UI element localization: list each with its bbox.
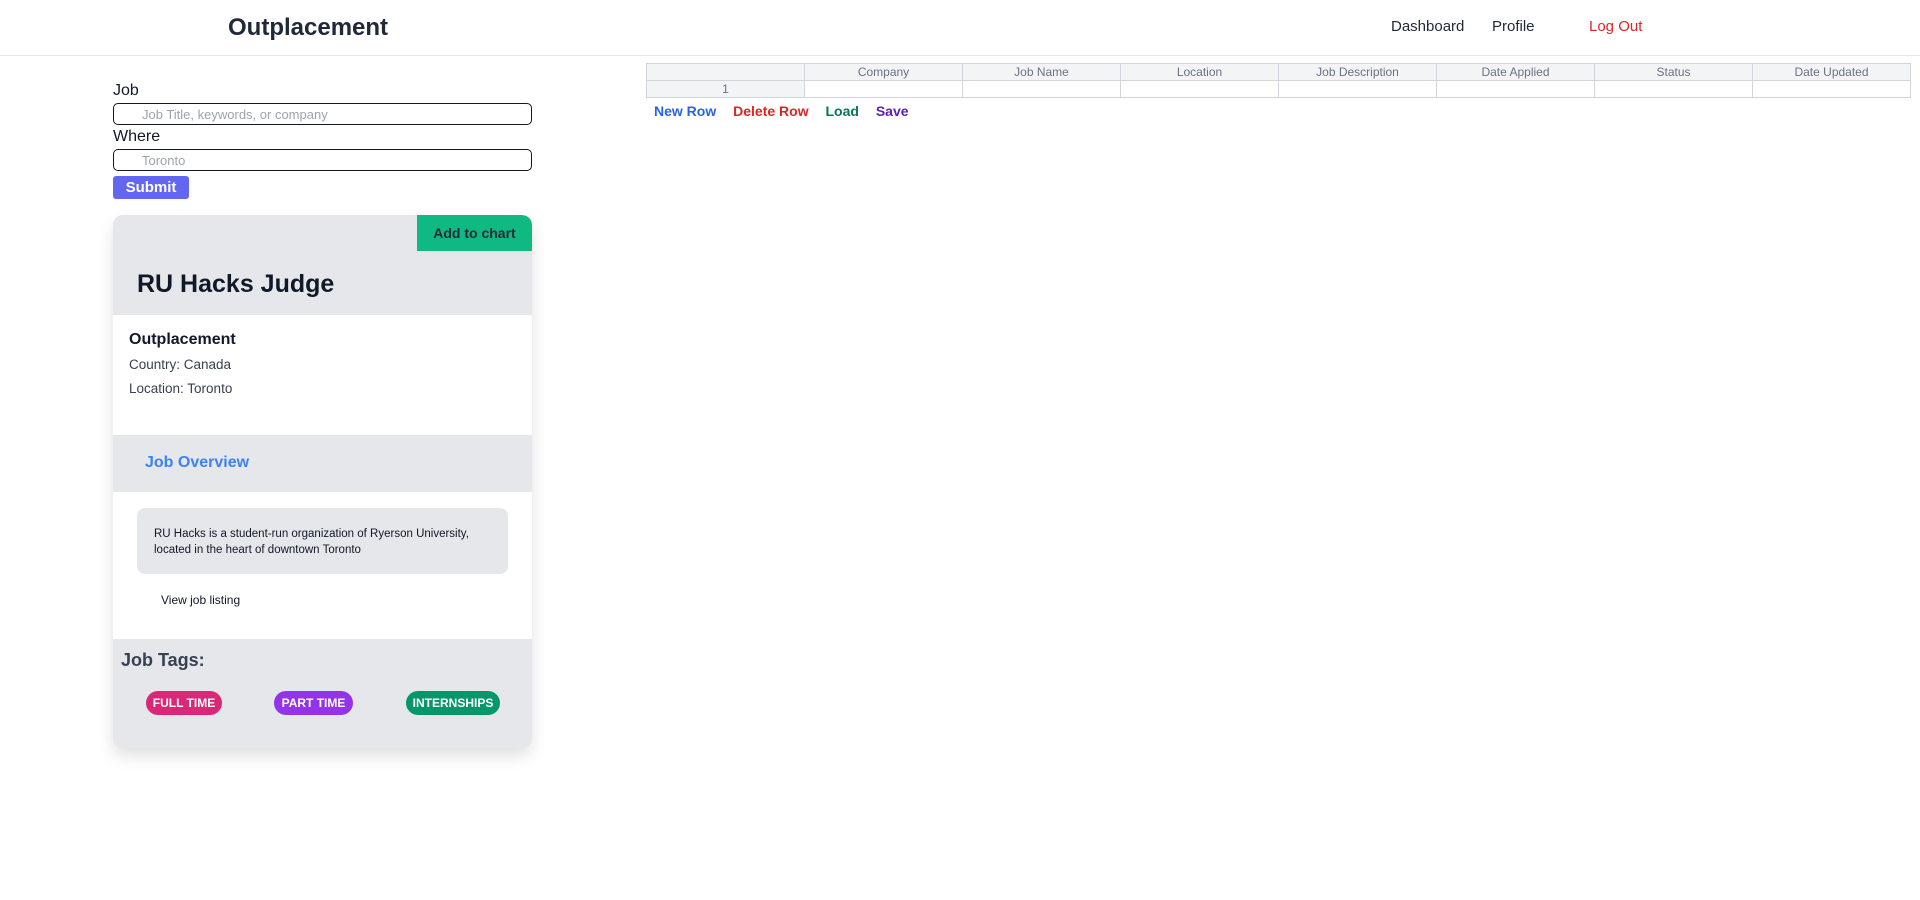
nav-logout-link[interactable]: Log Out bbox=[1589, 18, 1642, 35]
column-header-index[interactable] bbox=[646, 63, 805, 81]
nav-dashboard-link[interactable]: Dashboard bbox=[1391, 18, 1464, 35]
job-search-input[interactable] bbox=[113, 103, 532, 125]
add-to-chart-button[interactable]: Add to chart bbox=[417, 215, 532, 251]
column-header-job-description[interactable]: Job Description bbox=[1278, 63, 1437, 81]
column-header-status[interactable]: Status bbox=[1594, 63, 1753, 81]
tag-full-time: FULL TIME bbox=[146, 691, 222, 715]
column-header-date-applied[interactable]: Date Applied bbox=[1436, 63, 1595, 81]
cell-status[interactable] bbox=[1594, 80, 1753, 98]
brand-title[interactable]: Outplacement bbox=[228, 14, 388, 42]
job-description-section: RU Hacks is a student-run organization o… bbox=[113, 492, 532, 639]
cell-job-description[interactable] bbox=[1278, 80, 1437, 98]
tag-part-time: PART TIME bbox=[274, 691, 353, 715]
column-header-location[interactable]: Location bbox=[1120, 63, 1279, 81]
view-job-listing-link[interactable]: View job listing bbox=[161, 593, 240, 607]
job-description: RU Hacks is a student-run organization o… bbox=[137, 508, 508, 574]
spreadsheet-actions: New Row Delete Row Load Save bbox=[654, 103, 922, 119]
delete-row-button[interactable]: Delete Row bbox=[733, 103, 808, 119]
cell-location[interactable] bbox=[1120, 80, 1279, 98]
column-header-job-name[interactable]: Job Name bbox=[962, 63, 1121, 81]
job-tags-heading: Job Tags: bbox=[121, 650, 205, 670]
spreadsheet-header-row: Company Job Name Location Job Descriptio… bbox=[646, 63, 1911, 81]
company-name: Outplacement bbox=[129, 331, 236, 348]
save-button[interactable]: Save bbox=[876, 103, 909, 119]
load-button[interactable]: Load bbox=[825, 103, 858, 119]
tag-internships: INTERNSHIPS bbox=[406, 691, 500, 715]
company-country: Country: Canada bbox=[129, 357, 232, 372]
cell-job-name[interactable] bbox=[962, 80, 1121, 98]
cell-date-applied[interactable] bbox=[1436, 80, 1595, 98]
job-title: RU Hacks Judge bbox=[137, 270, 335, 298]
column-header-date-updated[interactable]: Date Updated bbox=[1752, 63, 1911, 81]
row-index-cell[interactable]: 1 bbox=[646, 80, 805, 98]
top-navbar: Outplacement Dashboard Profile Log Out bbox=[0, 0, 1920, 56]
nav-profile-link[interactable]: Profile bbox=[1492, 18, 1535, 35]
column-header-company[interactable]: Company bbox=[804, 63, 963, 81]
cell-date-updated[interactable] bbox=[1752, 80, 1911, 98]
new-row-button[interactable]: New Row bbox=[654, 103, 716, 119]
job-overview-heading: Job Overview bbox=[145, 454, 250, 471]
job-label: Job bbox=[113, 82, 139, 99]
cell-company[interactable] bbox=[804, 80, 963, 98]
where-input[interactable] bbox=[113, 149, 532, 171]
company-location: Location: Toronto bbox=[129, 381, 233, 396]
submit-button[interactable]: Submit bbox=[113, 176, 189, 199]
company-info: Outplacement Country: Canada Location: T… bbox=[113, 315, 532, 435]
table-row: 1 bbox=[646, 80, 1911, 98]
job-card: Add to chart RU Hacks Judge Outplacement… bbox=[113, 215, 532, 748]
applications-spreadsheet: Company Job Name Location Job Descriptio… bbox=[646, 63, 1911, 98]
where-label: Where bbox=[113, 128, 161, 145]
